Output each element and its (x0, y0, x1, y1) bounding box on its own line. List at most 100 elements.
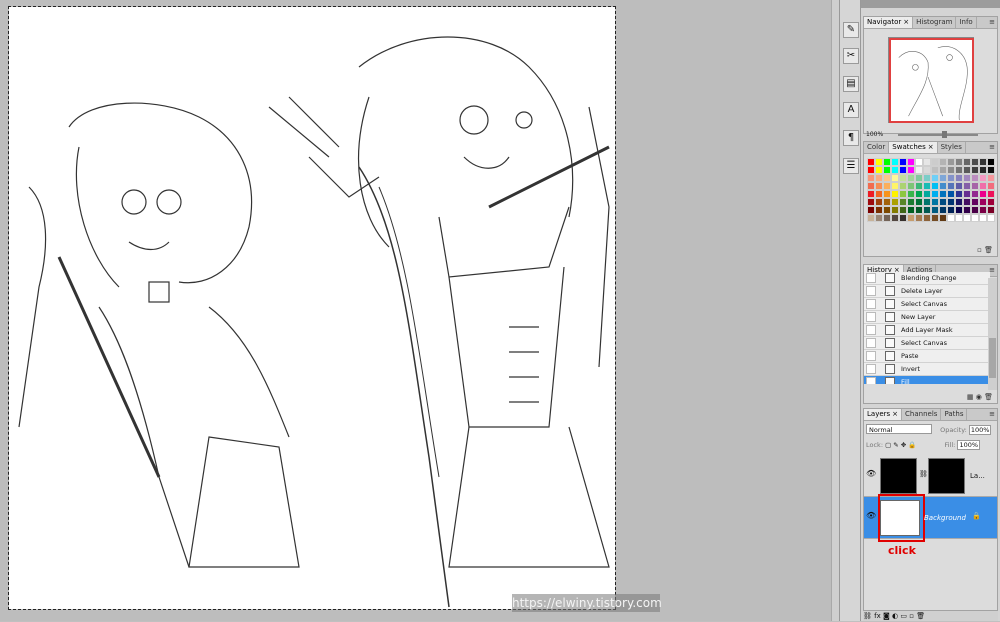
swatch[interactable] (987, 206, 995, 214)
swatch[interactable] (979, 206, 987, 214)
swatch[interactable] (955, 166, 963, 174)
swatch[interactable] (987, 166, 995, 174)
history-item[interactable]: Blending Change (864, 272, 990, 285)
swatch[interactable] (939, 214, 947, 222)
swatch[interactable] (907, 158, 915, 166)
swatch[interactable] (899, 166, 907, 174)
swatch[interactable] (923, 158, 931, 166)
swatch[interactable] (947, 182, 955, 190)
mask-icon[interactable]: ◙ (883, 612, 890, 620)
swatch[interactable] (971, 214, 979, 222)
swatch[interactable] (979, 174, 987, 182)
swatch[interactable] (931, 206, 939, 214)
swatch[interactable] (987, 198, 995, 206)
swatch[interactable] (931, 198, 939, 206)
tab-swatches[interactable]: Swatches × (889, 142, 938, 153)
swatch[interactable] (979, 214, 987, 222)
swatch[interactable] (883, 206, 891, 214)
tab-color[interactable]: Color (864, 142, 890, 153)
swatch[interactable] (915, 190, 923, 198)
zoom-value[interactable]: 100% (866, 131, 883, 138)
history-item[interactable]: Delete Layer (864, 285, 990, 298)
history-checkbox[interactable] (866, 299, 876, 309)
swatch[interactable] (891, 158, 899, 166)
swatch[interactable] (907, 190, 915, 198)
swatch[interactable] (947, 214, 955, 222)
scroll-thumb[interactable] (989, 338, 996, 378)
history-item[interactable]: New Layer (864, 311, 990, 324)
trash-icon[interactable]: 🗑 (984, 246, 993, 254)
swatch[interactable] (915, 182, 923, 190)
swatch[interactable] (931, 166, 939, 174)
new-swatch-icon[interactable]: ▫ (977, 246, 982, 254)
swatch[interactable] (899, 206, 907, 214)
swatch[interactable] (971, 190, 979, 198)
swatch[interactable] (867, 166, 875, 174)
panel-menu-icon[interactable]: ≡ (989, 143, 995, 151)
history-item[interactable]: Add Layer Mask (864, 324, 990, 337)
swatch[interactable] (867, 190, 875, 198)
swatch[interactable] (971, 166, 979, 174)
swatch[interactable] (947, 198, 955, 206)
swatch[interactable] (891, 166, 899, 174)
swatch[interactable] (867, 158, 875, 166)
eye-icon[interactable]: 👁 (866, 511, 876, 521)
new-layer-icon[interactable]: ▫ (909, 612, 914, 620)
swatch[interactable] (987, 214, 995, 222)
swatch[interactable] (891, 214, 899, 222)
swatch[interactable] (955, 158, 963, 166)
swatch[interactable] (883, 174, 891, 182)
swatch[interactable] (875, 198, 883, 206)
swatch[interactable] (915, 166, 923, 174)
swatch[interactable] (875, 174, 883, 182)
tab-navigator[interactable]: Navigator × (864, 17, 914, 28)
swatch[interactable] (891, 190, 899, 198)
link-layers-icon[interactable]: ⛓ (863, 612, 872, 620)
swatch[interactable] (875, 182, 883, 190)
swatch[interactable] (971, 206, 979, 214)
swatch[interactable] (979, 190, 987, 198)
swatch[interactable] (883, 198, 891, 206)
panel-menu-icon[interactable]: ≡ (989, 18, 995, 26)
swatch[interactable] (939, 198, 947, 206)
adjustment-icon[interactable]: ◐ (892, 612, 898, 620)
swatch[interactable] (963, 190, 971, 198)
swatch[interactable] (947, 190, 955, 198)
swatch[interactable] (963, 206, 971, 214)
swatch[interactable] (939, 174, 947, 182)
swatch[interactable] (907, 198, 915, 206)
swatch[interactable] (955, 182, 963, 190)
swatch[interactable] (931, 182, 939, 190)
fx-icon[interactable]: fx (874, 612, 881, 620)
swatch[interactable] (987, 182, 995, 190)
zoom-slider-knob[interactable] (942, 131, 947, 138)
panel-menu-icon[interactable]: ≡ (989, 266, 995, 274)
swatch[interactable] (971, 182, 979, 190)
close-icon[interactable]: × (903, 18, 909, 26)
swatch[interactable] (939, 182, 947, 190)
swatch[interactable] (875, 190, 883, 198)
vertical-scrollbar[interactable] (831, 0, 839, 621)
swatch[interactable] (915, 206, 923, 214)
history-checkbox[interactable] (866, 338, 876, 348)
swatch[interactable] (883, 158, 891, 166)
swatch[interactable] (899, 198, 907, 206)
swatch[interactable] (963, 198, 971, 206)
history-item[interactable]: Invert (864, 363, 990, 376)
swatch[interactable] (971, 198, 979, 206)
swatch[interactable] (923, 174, 931, 182)
swatch[interactable] (947, 166, 955, 174)
history-checkbox[interactable] (866, 286, 876, 296)
swatch[interactable] (915, 158, 923, 166)
clone-source-icon[interactable]: ▤ (843, 76, 859, 92)
lock-icons[interactable]: ▢ ✎ ✥ 🔒 (885, 441, 916, 449)
blend-mode-select[interactable]: Normal (866, 424, 932, 434)
trash-icon[interactable]: 🗑 (916, 612, 925, 620)
swatch[interactable] (939, 158, 947, 166)
swatch[interactable] (979, 198, 987, 206)
swatch[interactable] (963, 158, 971, 166)
layer-row-background[interactable]: 👁 Background 🔒 (864, 494, 997, 542)
swatch[interactable] (963, 214, 971, 222)
swatch[interactable] (947, 158, 955, 166)
brush-tool-icon[interactable]: ✎ (843, 22, 859, 38)
